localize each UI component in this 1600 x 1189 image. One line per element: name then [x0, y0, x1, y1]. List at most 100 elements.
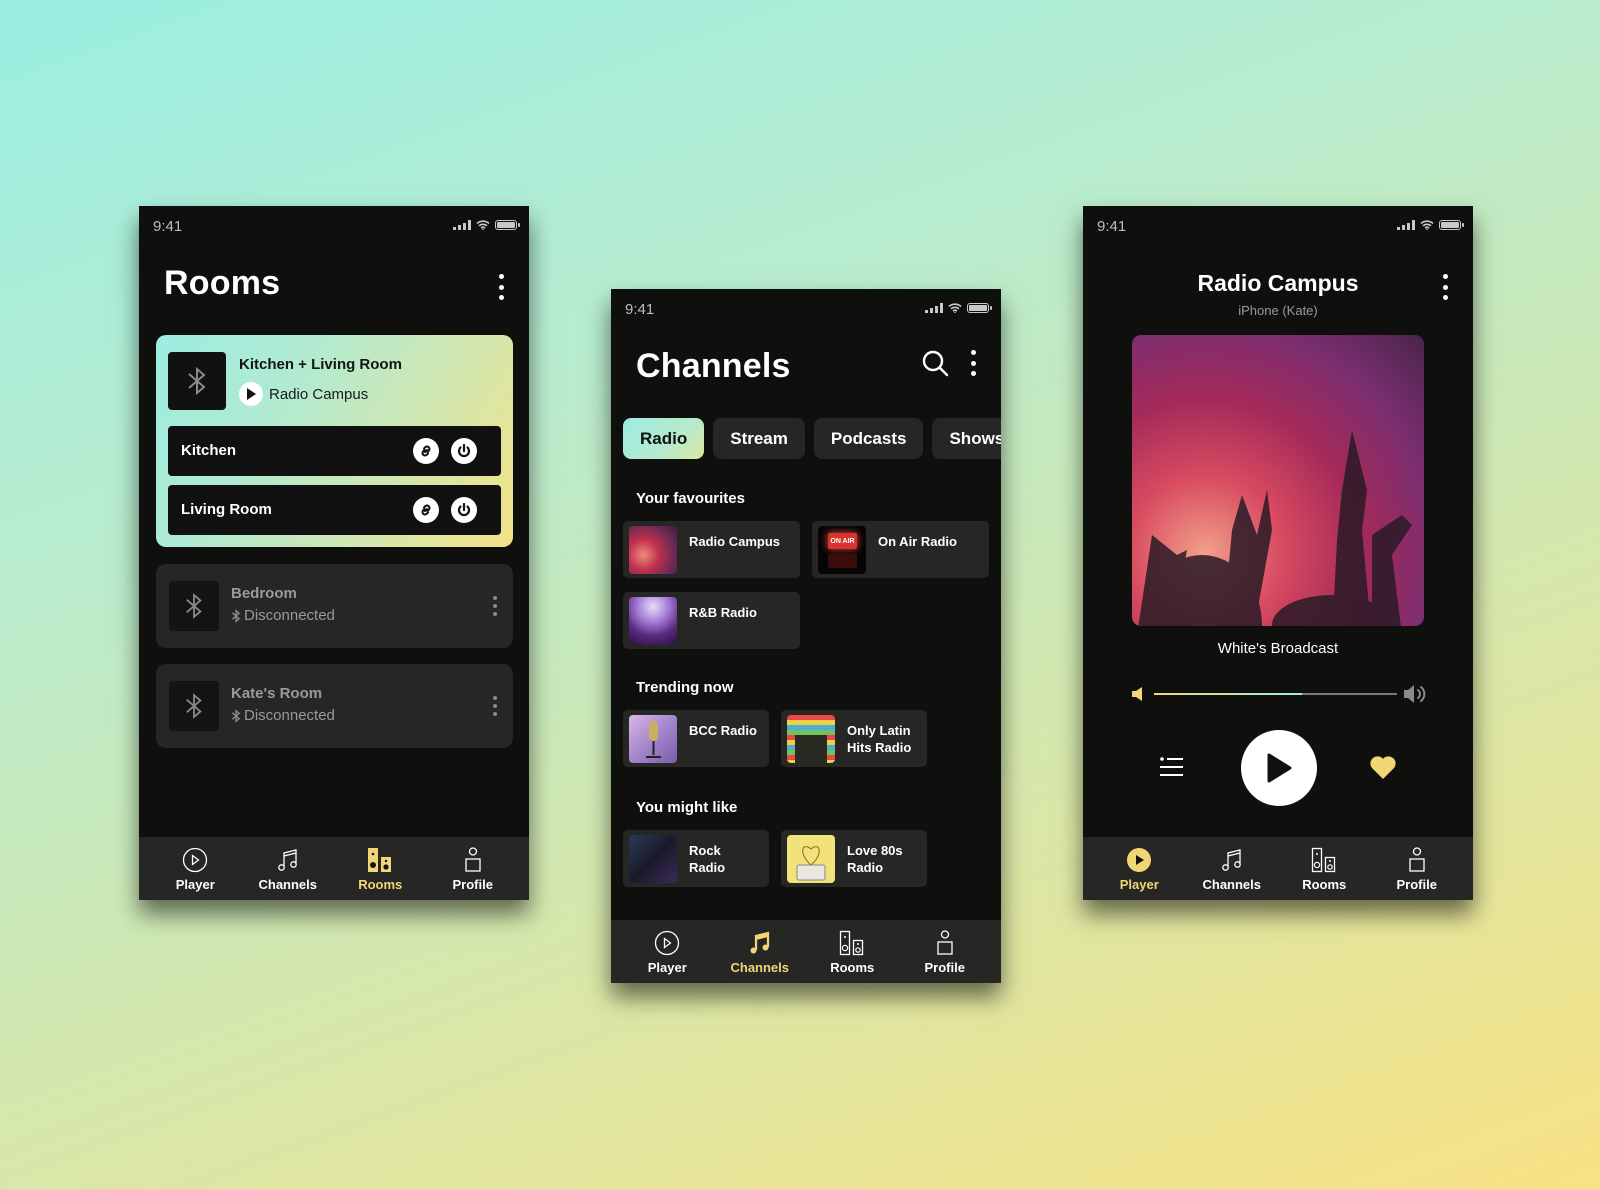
play-circle-icon — [655, 930, 680, 956]
tab-player[interactable]: Player — [155, 837, 235, 900]
music-note-icon — [1221, 849, 1241, 871]
power-icon[interactable] — [451, 497, 477, 523]
station-card[interactable]: Radio Campus — [623, 521, 800, 578]
cellular-signal-icon — [453, 220, 471, 230]
bluetooth-tile — [169, 581, 219, 631]
bluetooth-icon — [188, 366, 206, 396]
tab-profile[interactable]: Profile — [905, 920, 985, 983]
play-button[interactable] — [1241, 730, 1317, 806]
category-chips: Radio Stream Podcasts Shows — [623, 418, 1001, 459]
tab-label: Profile — [924, 960, 965, 975]
bluetooth-tile — [168, 352, 226, 410]
play-icon[interactable] — [239, 382, 263, 406]
status-bar: 9:41 — [611, 289, 1001, 323]
volume-slider[interactable] — [1154, 693, 1397, 695]
station-card[interactable]: ON AIR On Air Radio — [812, 521, 989, 578]
tab-rooms[interactable]: Rooms — [812, 920, 892, 983]
rooms-screen: 9:41 Rooms Kitchen + Living Room Radio C… — [139, 206, 529, 900]
station-thumbnail — [787, 715, 835, 763]
station-card[interactable]: BCC Radio — [623, 710, 769, 767]
link-icon[interactable] — [413, 497, 439, 523]
more-options-icon[interactable] — [495, 274, 507, 300]
cellular-signal-icon — [925, 303, 943, 313]
group-now-playing[interactable]: Radio Campus — [239, 382, 368, 406]
speakers-icon — [840, 930, 864, 956]
tab-profile[interactable]: Profile — [433, 837, 513, 900]
station-name: Rock Radio — [689, 843, 726, 875]
tab-bar: Player Channels Rooms Profile — [139, 837, 529, 900]
tab-channels[interactable]: Channels — [1192, 837, 1272, 900]
tab-bar: Player Channels Rooms Profile — [1083, 837, 1473, 900]
room-status-text: Disconnected — [244, 607, 335, 624]
status-time: 9:41 — [1097, 218, 1127, 235]
room-status: Disconnected — [231, 607, 335, 624]
tab-profile[interactable]: Profile — [1377, 837, 1457, 900]
bluetooth-tile — [169, 681, 219, 731]
group-room-row[interactable]: Living Room — [168, 485, 501, 535]
station-card[interactable]: R&B Radio — [623, 592, 800, 649]
power-icon[interactable] — [451, 438, 477, 464]
room-options-icon[interactable] — [489, 696, 501, 716]
bluetooth-icon — [231, 608, 241, 623]
room-name: Kate's Room — [231, 685, 323, 702]
tab-label: Player — [1119, 877, 1159, 892]
link-icon[interactable] — [413, 438, 439, 464]
volume-low-icon[interactable] — [1131, 686, 1147, 702]
tab-channels[interactable]: Channels — [720, 920, 800, 983]
chip-shows[interactable]: Shows — [932, 418, 1001, 459]
volume-control — [1131, 682, 1431, 706]
tab-label: Rooms — [830, 960, 875, 975]
group-room-row[interactable]: Kitchen — [168, 426, 501, 476]
speakers-icon — [1312, 847, 1336, 873]
room-card-bedroom[interactable]: Bedroom Disconnected — [156, 564, 513, 648]
tab-channels[interactable]: Channels — [248, 837, 328, 900]
tab-label: Rooms — [1302, 877, 1347, 892]
tab-label: Player — [647, 960, 687, 975]
search-icon[interactable] — [921, 349, 949, 377]
more-options-icon[interactable] — [1439, 274, 1451, 300]
play-circle-icon — [1127, 848, 1152, 872]
battery-icon — [1439, 220, 1464, 230]
room-group-card[interactable]: Kitchen + Living Room Radio Campus Kitch… — [156, 335, 513, 547]
tab-label: Rooms — [358, 877, 403, 892]
tab-label: Channels — [730, 960, 789, 975]
station-thumbnail — [629, 835, 677, 883]
volume-slider-fill — [1154, 693, 1303, 695]
favourite-heart-icon[interactable] — [1369, 754, 1397, 780]
room-name: Living Room — [181, 501, 272, 518]
station-card[interactable]: Only Latin Hits Radio — [781, 710, 927, 767]
page-title: Channels — [636, 347, 791, 385]
volume-high-icon[interactable] — [1403, 684, 1431, 704]
station-name: On Air Radio — [878, 534, 957, 549]
tab-rooms[interactable]: Rooms — [340, 837, 420, 900]
battery-icon — [967, 303, 992, 313]
station-card[interactable]: Rock Radio — [623, 830, 769, 887]
room-status: Disconnected — [231, 707, 335, 724]
bluetooth-icon — [231, 708, 241, 723]
tab-label: Channels — [1202, 877, 1261, 892]
section-heading: Your favourites — [636, 490, 745, 507]
room-card-kates-room[interactable]: Kate's Room Disconnected — [156, 664, 513, 748]
station-card[interactable]: Love 80s Radio — [781, 830, 927, 887]
tab-player[interactable]: Player — [627, 920, 707, 983]
chip-stream[interactable]: Stream — [713, 418, 805, 459]
channels-screen: 9:41 Channels Radio Stream Podcasts Show… — [611, 289, 1001, 983]
status-time: 9:41 — [153, 218, 183, 235]
wifi-icon — [948, 303, 962, 313]
group-title: Kitchen + Living Room — [239, 356, 402, 373]
bluetooth-icon — [186, 593, 202, 619]
more-options-icon[interactable] — [967, 350, 979, 376]
chip-radio[interactable]: Radio — [623, 418, 705, 459]
tab-player[interactable]: Player — [1099, 837, 1179, 900]
room-name: Kitchen — [181, 442, 237, 459]
section-heading: Trending now — [636, 679, 734, 696]
tab-rooms[interactable]: Rooms — [1284, 837, 1364, 900]
page-title: Rooms — [164, 264, 281, 302]
queue-list-icon[interactable] — [1159, 756, 1185, 778]
station-title: Radio Campus — [1197, 270, 1359, 296]
room-options-icon[interactable] — [489, 596, 501, 616]
tab-bar: Player Channels Rooms Profile — [611, 920, 1001, 983]
chip-podcasts[interactable]: Podcasts — [813, 418, 924, 459]
station-name: BCC Radio — [689, 723, 757, 738]
now-playing-label: Radio Campus — [269, 385, 369, 403]
